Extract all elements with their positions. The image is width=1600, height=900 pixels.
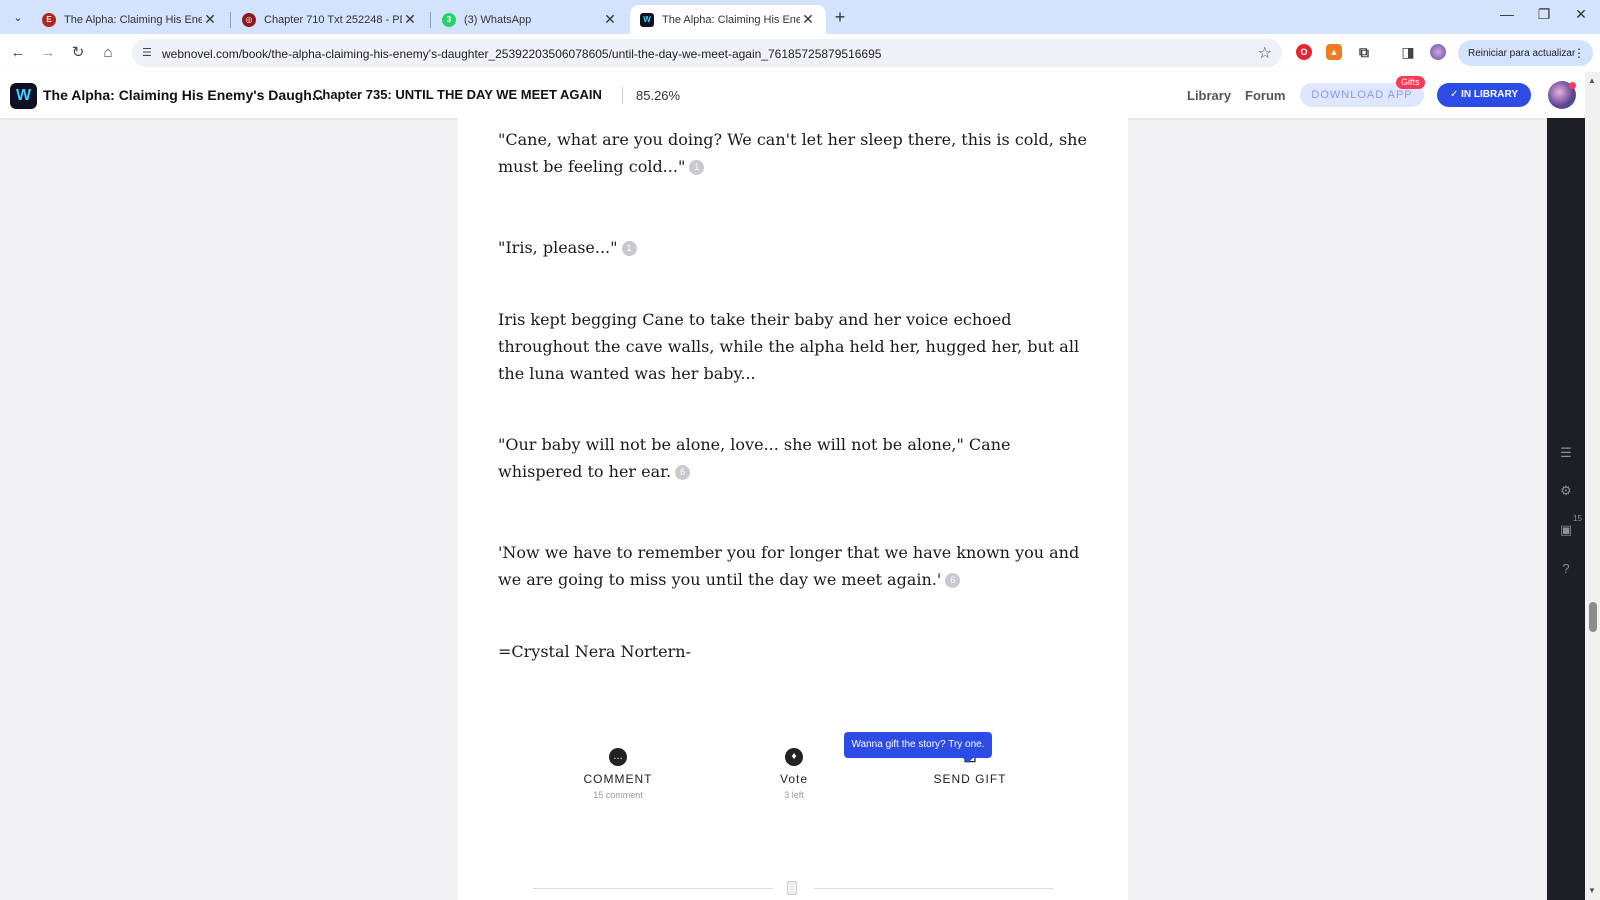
forward-arrow-icon[interactable]: → <box>38 43 58 63</box>
paragraph-text: "Cane, what are you doing? We can't let … <box>498 130 1087 176</box>
window-minimize-icon[interactable]: — <box>1492 6 1522 22</box>
tab-favicon-icon: ◎ <box>242 12 256 27</box>
paragraph-comment-count[interactable]: 6 <box>675 465 691 480</box>
tab-close-icon[interactable]: ✕ <box>402 11 418 28</box>
vote-button[interactable]: ♦ Vote 3 left <box>734 748 854 800</box>
paragraph: "Cane, what are you doing? We can't let … <box>498 126 1092 180</box>
browser-tab-4-active[interactable]: W The Alpha: Claiming His Enemy ✕ <box>630 5 826 34</box>
paragraph-text: "Our baby will not be alone, love... she… <box>498 435 1011 481</box>
gift-tooltip: Wanna gift the story? Try one. <box>844 732 992 758</box>
paragraph-text: 'Now we have to remember you for longer … <box>498 543 1080 589</box>
paragraph-author-signature: =Crystal Nera Nortern- <box>498 638 1092 665</box>
power-stone-icon: ♦ <box>785 748 803 766</box>
scroll-down-arrow-icon[interactable]: ▼ <box>1588 886 1596 895</box>
comment-label: COMMENT <box>583 772 653 786</box>
webnovel-header: W The Alpha: Claiming His Enemy's Daugh.… <box>0 72 1600 118</box>
tab-favicon-icon: W <box>640 12 654 27</box>
more-menu-icon[interactable]: ⋮ <box>1573 46 1585 60</box>
bookmark-star-icon[interactable]: ☆ <box>1258 43 1272 63</box>
book-title[interactable]: The Alpha: Claiming His Enemy's Daugh... <box>43 87 324 103</box>
send-gift-label: SEND GIFT <box>933 772 1007 786</box>
opera-extension-icon[interactable]: O <box>1296 44 1312 60</box>
notification-dot <box>1569 82 1576 89</box>
reload-icon[interactable]: ↻ <box>68 43 88 63</box>
update-button-label: Reiniciar para actualizar <box>1468 47 1576 59</box>
paragraph-comment-count[interactable]: 6 <box>945 573 961 588</box>
votes-left: 3 left <box>784 790 804 800</box>
site-settings-icon[interactable]: ☰ <box>142 46 152 59</box>
url-text: webnovel.com/book/the-alpha-claiming-his… <box>162 47 882 61</box>
browser-toolbar: ← → ↻ ⌂ ☰ webnovel.com/book/the-alpha-cl… <box>0 34 1600 72</box>
reading-progress: 85.26% <box>636 88 681 103</box>
tab-favicon-icon: E <box>42 12 56 27</box>
nav-library-link[interactable]: Library <box>1187 88 1231 103</box>
paragraph: 'Now we have to remember you for longer … <box>498 539 1092 593</box>
paragraph: "Our baby will not be alone, love... she… <box>498 431 1092 485</box>
tab-separator <box>230 12 231 28</box>
window-restore-icon[interactable]: ❐ <box>1529 6 1559 23</box>
chapter-end-divider <box>533 888 773 889</box>
library-add-icon[interactable]: ▣ <box>1557 521 1575 539</box>
extensions-puzzle-icon[interactable]: ⧉ <box>1356 44 1372 60</box>
comment-count: 15 comment <box>593 790 643 800</box>
chapter-end-divider <box>814 888 1054 889</box>
paragraph-text: Iris kept begging Cane to take their bab… <box>498 310 1080 383</box>
window-close-icon[interactable]: ✕ <box>1566 6 1596 23</box>
tab-favicon-icon: 3 <box>442 12 456 27</box>
vote-label: Vote <box>779 772 809 786</box>
update-chrome-button[interactable]: Reiniciar para actualizar ⋮ <box>1458 40 1593 66</box>
new-tab-plus-icon[interactable]: + <box>830 7 850 28</box>
tab-title: The Alpha: Claiming His Enemy <box>662 13 800 26</box>
paragraph: "Iris, please..." 1 <box>498 234 1092 261</box>
help-question-icon[interactable]: ? <box>1557 560 1575 578</box>
scroll-up-arrow-icon[interactable]: ▲ <box>1588 76 1596 85</box>
page-scrollbar[interactable]: ▲ ▼ <box>1585 72 1600 900</box>
paragraph-text: "Iris, please..." <box>498 238 618 257</box>
brave-extension-icon[interactable]: ▲ <box>1326 44 1342 60</box>
gifts-badge: Gifts <box>1396 76 1425 89</box>
paragraph-comment-count[interactable]: 1 <box>689 160 705 175</box>
tab-search-chevron-icon[interactable]: ⌄ <box>8 7 28 27</box>
tab-title: Chapter 710 Txt 252248 - PDF <box>264 13 402 26</box>
nav-forum-link[interactable]: Forum <box>1245 88 1285 103</box>
browser-tab-3[interactable]: 3 (3) WhatsApp ✕ <box>432 5 628 34</box>
browser-tab-strip: ⌄ E The Alpha: Claiming His Enemy ✕ ◎ Ch… <box>0 0 1600 34</box>
library-count: 15 <box>1573 514 1582 523</box>
tab-close-icon[interactable]: ✕ <box>800 11 816 28</box>
header-divider <box>622 87 623 104</box>
paragraph: Iris kept begging Cane to take their bab… <box>498 306 1092 387</box>
comment-bubble-icon: … <box>609 748 627 766</box>
paragraph-text: =Crystal Nera Nortern- <box>498 642 691 661</box>
tab-close-icon[interactable]: ✕ <box>602 11 618 28</box>
address-bar[interactable]: ☰ webnovel.com/book/the-alpha-claiming-h… <box>132 39 1282 67</box>
comment-button[interactable]: … COMMENT 15 comment <box>558 748 678 800</box>
table-of-contents-icon[interactable]: ☰ <box>1557 444 1575 462</box>
settings-gear-icon[interactable]: ⚙ <box>1557 482 1575 500</box>
profile-avatar-icon[interactable] <box>1430 44 1446 60</box>
reader-sidebar: ☰ ⚙ ▣ 15 ? <box>1547 118 1585 900</box>
tab-title: The Alpha: Claiming His Enemy <box>64 13 202 26</box>
gift-tooltip-arrow <box>963 758 973 763</box>
chapter-end-marker-icon <box>787 881 797 895</box>
back-arrow-icon[interactable]: ← <box>8 43 28 63</box>
chapter-content: "Cane, what are you doing? We can't let … <box>458 118 1128 900</box>
home-icon[interactable]: ⌂ <box>98 43 118 63</box>
in-library-button[interactable]: ✓ IN LIBRARY <box>1437 83 1531 107</box>
chapter-title: Chapter 735: UNTIL THE DAY WE MEET AGAIN <box>313 87 602 102</box>
tab-close-icon[interactable]: ✕ <box>202 11 218 28</box>
paragraph-comment-count[interactable]: 1 <box>621 241 637 256</box>
scroll-thumb[interactable] <box>1589 602 1597 632</box>
tab-title: (3) WhatsApp <box>464 13 532 26</box>
side-panel-icon[interactable]: ◨ <box>1400 44 1416 60</box>
browser-tab-2[interactable]: ◎ Chapter 710 Txt 252248 - PDF ✕ <box>232 5 428 34</box>
chapter-actions: … COMMENT 15 comment ♦ Vote 3 left ⊞ SEN… <box>458 742 1128 822</box>
browser-tab-1[interactable]: E The Alpha: Claiming His Enemy ✕ <box>32 5 228 34</box>
tab-separator <box>430 12 431 28</box>
webnovel-logo-icon[interactable]: W <box>10 83 37 109</box>
